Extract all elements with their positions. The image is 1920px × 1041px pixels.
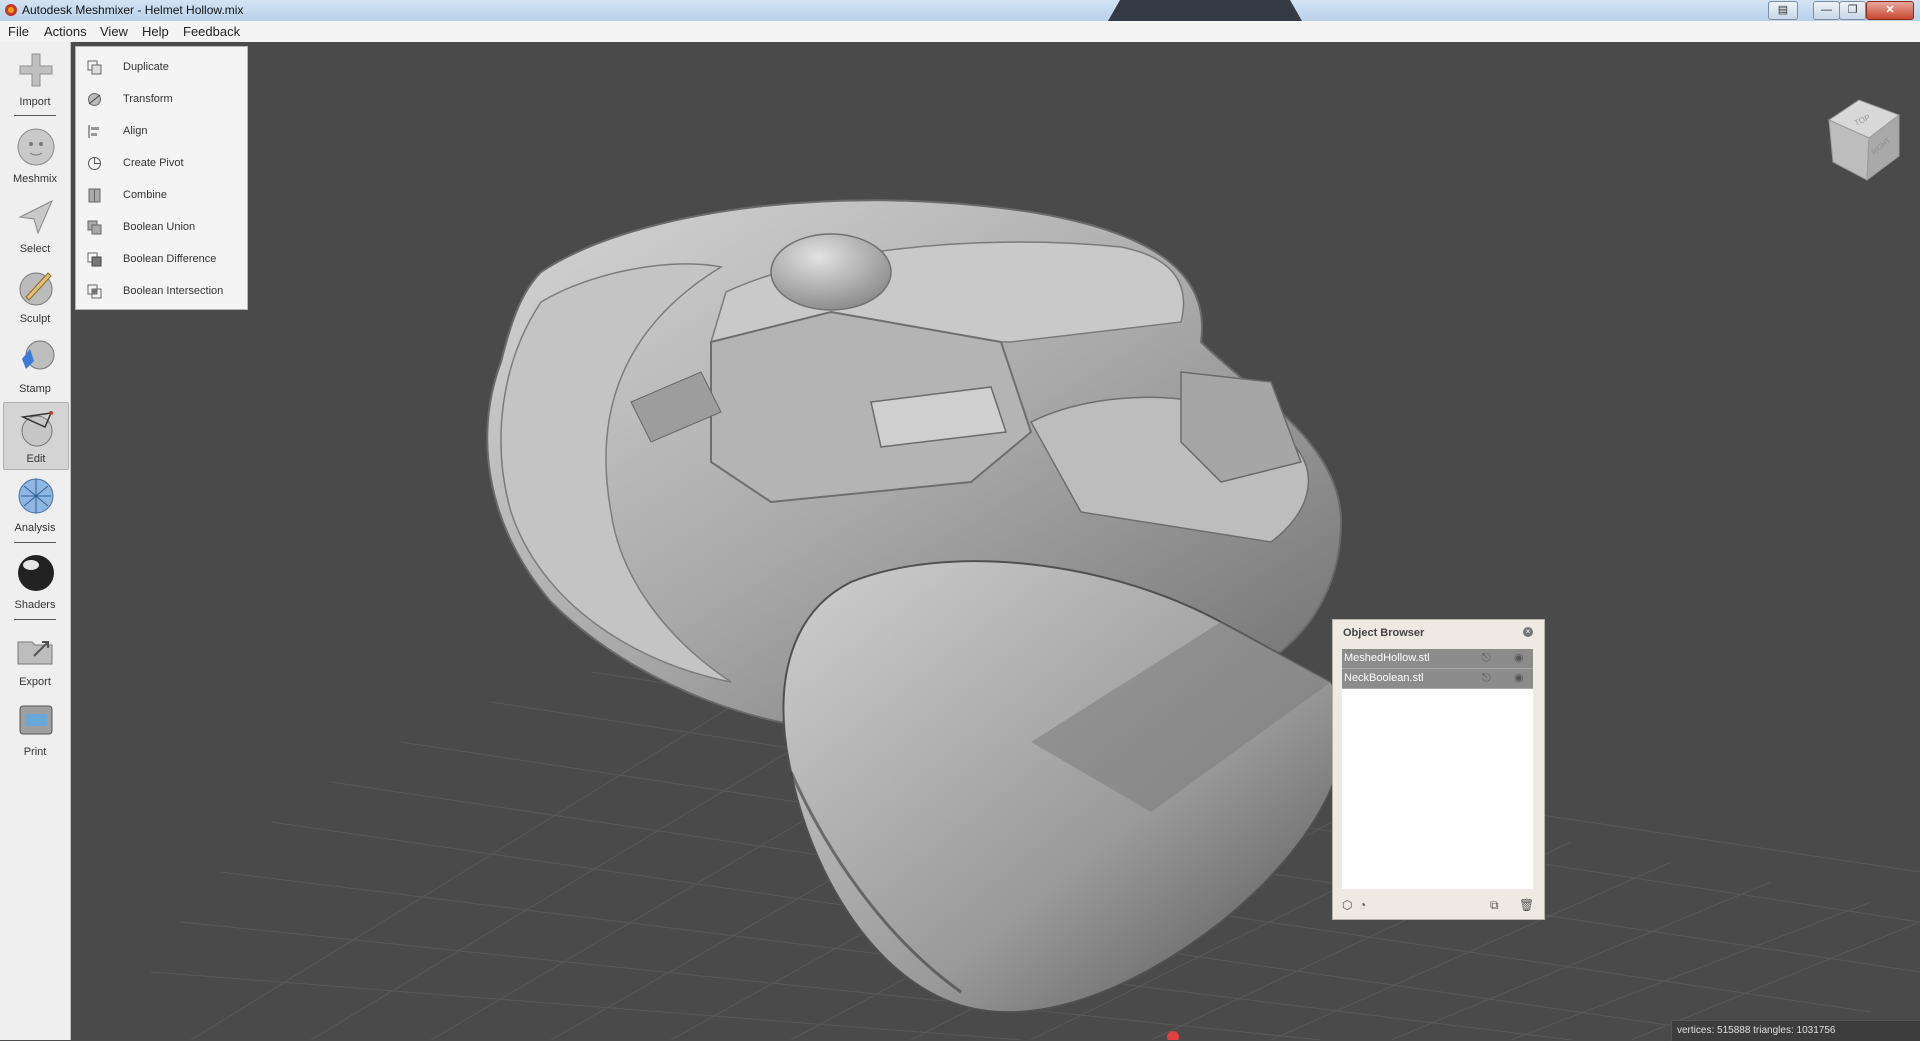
eye-icon[interactable]: ◉ [1514,672,1528,685]
maximize-button[interactable]: ❐ [1839,1,1866,20]
status-bar: vertices: 515888 triangles: 1031756 [1671,1020,1920,1041]
eye-icon[interactable]: ◉ [1514,652,1528,665]
tool-label: Select [19,243,51,255]
toolbar-divider [14,619,56,620]
menu-bar: File Actions View Help Feedback [0,21,1920,43]
tool-import[interactable]: Import [3,46,67,112]
tool-label: Analysis [14,522,56,534]
select-arrow-icon [18,199,54,235]
combine-icon [88,188,101,203]
boolean-difference-icon [87,252,102,267]
close-icon[interactable]: × [1523,627,1533,637]
3d-viewport[interactable]: TOP RIGHT [71,42,1920,1040]
cube-icon[interactable]: ⬡ [1342,899,1355,912]
tool-meshmix[interactable]: Meshmix [3,123,67,189]
menu-item-boolean-difference[interactable]: Boolean Difference [76,243,247,275]
object-browser-title: Object Browser [1343,627,1425,639]
shader-sphere-icon [18,555,54,591]
menu-help[interactable]: Help [142,24,169,39]
tool-label: Stamp [19,383,51,395]
duplicate-icon [87,60,102,75]
stamp-icon [22,340,55,370]
menu-feedback[interactable]: Feedback [183,24,240,39]
meshmix-bunny-icon [17,128,55,166]
menu-file[interactable]: File [8,24,29,39]
menu-item-align[interactable]: Align [76,115,247,147]
pivot-icon[interactable]: ◔ [1359,899,1372,912]
minimize-button[interactable]: — [1813,1,1840,20]
tool-print[interactable]: Print [3,696,67,762]
analysis-mesh-icon [18,478,54,514]
menu-item-create-pivot[interactable]: Create Pivot [76,147,247,179]
tool-label: Edit [26,453,46,465]
tool-analysis[interactable]: Analysis [3,472,67,538]
sculpt-brush-icon [19,272,53,306]
tool-sculpt[interactable]: Sculpt [3,263,67,329]
settings-window-button[interactable]: ▤ [1768,1,1798,20]
mesh-stats: vertices: 515888 triangles: 1031756 [1677,1025,1836,1036]
transform-icon [88,93,101,106]
printer-icon [19,705,53,735]
toolbar-divider [14,542,56,543]
menu-view[interactable]: View [100,24,128,39]
tool-label: Sculpt [19,313,51,325]
object-row-meshedhollow[interactable]: MeshedHollow.stl ⎋ ◉ [1342,649,1533,669]
menu-item-transform[interactable]: Transform [76,83,247,115]
tool-label: Import [19,96,51,108]
actions-dropdown-menu: Duplicate Transform Align Create Pivot C… [75,46,248,310]
menu-item-combine[interactable]: Combine [76,179,247,211]
lock-icon[interactable]: ⎋ [1482,652,1495,665]
duplicate-icon[interactable]: ⧉ [1490,899,1503,912]
lock-icon[interactable]: ⎋ [1482,672,1495,685]
close-button[interactable]: ✕ [1866,1,1914,20]
title-bar-dark-tab [1108,0,1302,21]
trash-icon[interactable]: 🗑 [1519,899,1534,912]
settings-icon: ▤ [1777,4,1789,16]
tool-label: Meshmix [12,173,57,185]
tool-label: Print [23,746,47,758]
tool-export[interactable]: Export [3,626,67,692]
tool-select[interactable]: Select [3,193,67,259]
tool-shaders[interactable]: Shaders [3,549,67,615]
edit-sphere-icon [20,411,53,447]
viewport-scene: TOP RIGHT [71,42,1920,1040]
boolean-intersection-icon [87,284,102,299]
pivot-icon [88,157,101,170]
menu-item-boolean-union[interactable]: Boolean Union [76,211,247,243]
plus-icon [19,53,53,87]
tool-label: Export [19,676,51,688]
tool-label: Shaders [14,599,56,611]
boolean-union-icon [87,220,102,235]
object-browser-panel: Object Browser × MeshedHollow.stl ⎋ ◉ Ne… [1332,619,1545,920]
align-icon [88,125,99,138]
window-title: Autodesk Meshmixer - Helmet Hollow.mix [22,3,244,17]
menu-actions[interactable]: Actions [44,24,87,39]
toolbar-divider [14,115,56,116]
left-toolbar: Import Meshmix Select Sculpt Stamp Edit … [0,42,71,1040]
object-row-neckboolean[interactable]: NeckBoolean.stl ⎋ ◉ [1342,669,1533,689]
tool-edit[interactable]: Edit [3,402,69,470]
meshmixer-app-icon [5,4,17,16]
object-list: MeshedHollow.stl ⎋ ◉ NeckBoolean.stl ⎋ ◉ [1342,649,1533,889]
menu-item-duplicate[interactable]: Duplicate [76,51,247,83]
export-folder-icon [17,641,53,665]
title-bar: Autodesk Meshmixer - Helmet Hollow.mix ▤… [0,0,1920,22]
menu-item-boolean-intersection[interactable]: Boolean Intersection [76,275,247,307]
tool-stamp[interactable]: Stamp [3,333,67,399]
